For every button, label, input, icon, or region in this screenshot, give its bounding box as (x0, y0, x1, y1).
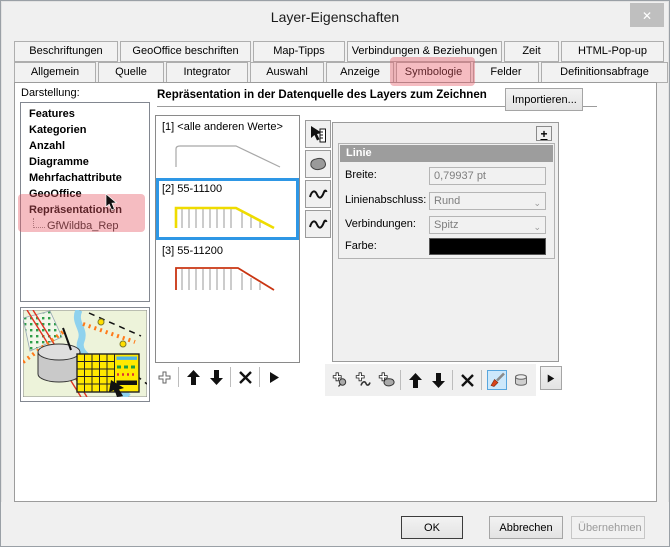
verbindungen-label: Verbindungen: (345, 218, 416, 230)
symbol-layer-tabs (305, 120, 333, 238)
farbe-label: Farbe: (345, 240, 377, 252)
tab-map-tipps[interactable]: Map-Tipps (253, 41, 345, 62)
toolbar-separator (178, 367, 179, 387)
sidebar-item-anzahl[interactable]: Anzahl (21, 138, 149, 154)
line-properties-panel: + Linie Breite: 0,79937 pt Linienabschlu… (332, 122, 559, 362)
more-options-button[interactable] (540, 366, 562, 390)
tab-verbindungen-beziehungen[interactable]: Verbindungen & Beziehungen (347, 41, 502, 62)
sidebar-item-mehrfachattribute[interactable]: Mehrfachattribute (21, 170, 149, 186)
delete-icon[interactable] (458, 371, 476, 389)
representation-header: Repräsentation in der Datenquelle des La… (157, 89, 487, 101)
rule-item-55-11100[interactable]: [2] 55-11100 (156, 178, 299, 240)
sidebar-item-kategorien[interactable]: Kategorien (21, 122, 149, 138)
linienabschluss-label: Linienabschluss: (345, 194, 427, 206)
color-swatch[interactable] (429, 238, 546, 255)
darstellung-tree: Features Kategorien Anzahl Diagramme Meh… (20, 102, 150, 302)
linienabschluss-select[interactable]: Rund ⌄ (429, 192, 546, 210)
paintbrush-icon[interactable] (487, 370, 507, 390)
more-icon (547, 374, 555, 382)
tab-anzeige[interactable]: Anzeige (326, 62, 394, 83)
tab-zeit[interactable]: Zeit (504, 41, 559, 62)
toolbar-separator (481, 370, 482, 390)
symbol-layer-toolbar (325, 364, 536, 396)
titlebar: Layer-Eigenschaften ✕ (1, 1, 669, 33)
verbindungen-select[interactable]: Spitz ⌄ (429, 216, 546, 234)
mouse-cursor (105, 194, 118, 211)
toolbar-separator (452, 370, 453, 390)
sidebar-item-geooffice[interactable]: GeoOffice (21, 186, 149, 202)
fill-blob-icon[interactable] (305, 150, 331, 178)
stroke-squiggle-icon[interactable] (305, 180, 331, 208)
representation-rule-list: [1] <alle anderen Werte> [2] 55-11100 [3… (155, 115, 300, 363)
chevron-down-icon: ⌄ (533, 198, 541, 208)
add-marker-layer-icon[interactable] (331, 371, 349, 389)
rule-symbol-preview (174, 206, 275, 230)
add-fill-layer-icon[interactable] (377, 371, 395, 389)
sidebar-item-features[interactable]: Features (21, 106, 149, 122)
rule-symbol-preview (175, 145, 281, 168)
symbology-preview-box (20, 307, 150, 402)
breite-input[interactable]: 0,79937 pt (429, 167, 546, 185)
rule-symbol-preview (175, 267, 275, 291)
toolbar-separator (400, 370, 401, 390)
tab-quelle[interactable]: Quelle (98, 62, 164, 83)
stroke-squiggle-icon[interactable] (305, 210, 331, 238)
apply-button: Übernehmen (571, 516, 645, 539)
tab-definitionsabfrage[interactable]: Definitionsabfrage (541, 62, 668, 83)
add-stroke-layer-icon[interactable] (354, 371, 372, 389)
layer-properties-dialog: Layer-Eigenschaften ✕ Beschriftungen Geo… (0, 0, 670, 547)
sidebar-item-repraesentationen[interactable]: Repräsentationen (21, 202, 149, 218)
import-button[interactable]: Importieren... (505, 88, 583, 111)
move-down-icon[interactable] (207, 368, 225, 386)
darstellung-label: Darstellung: (21, 87, 80, 99)
tab-integrator[interactable]: Integrator (166, 62, 248, 83)
eraser-cylinder-icon[interactable] (512, 371, 530, 389)
tab-row-2: Allgemein Quelle Integrator Auswahl Anze… (14, 62, 668, 83)
tab-felder[interactable]: Felder (473, 62, 539, 83)
tab-symbologie[interactable]: Symbologie (396, 62, 471, 83)
more-icon[interactable] (265, 368, 283, 386)
close-button[interactable]: ✕ (630, 3, 664, 27)
rule-item-55-11200[interactable]: [3] 55-11200 (156, 240, 299, 302)
add-property-button[interactable]: + (536, 126, 552, 141)
window-title: Layer-Eigenschaften (270, 9, 400, 25)
cancel-button[interactable]: Abbrechen (489, 516, 563, 539)
tree-elbow-icon (33, 218, 45, 228)
tab-html-popup[interactable]: HTML-Pop-up (561, 41, 664, 62)
move-up-icon[interactable] (184, 368, 202, 386)
breite-label: Breite: (345, 169, 377, 181)
map-preview-image (21, 308, 148, 400)
ok-button[interactable]: OK (401, 516, 463, 539)
toolbar-separator (259, 367, 260, 387)
tab-geooffice-beschriften[interactable]: GeoOffice beschriften (120, 41, 251, 62)
toolbar-separator (230, 367, 231, 387)
dialog-footer: OK Abbrechen Übernehmen (1, 502, 669, 546)
selector-ruler-icon[interactable] (305, 120, 331, 148)
move-down-icon[interactable] (429, 371, 447, 389)
symbology-tab-page: Darstellung: Features Kategorien Anzahl … (14, 82, 657, 502)
new-rule-icon[interactable] (155, 368, 173, 386)
tab-allgemein[interactable]: Allgemein (14, 62, 96, 83)
chevron-down-icon: ⌄ (533, 222, 541, 232)
tab-row-1: Beschriftungen GeoOffice beschriften Map… (14, 41, 664, 62)
section-header: Linie (340, 145, 553, 162)
delete-icon[interactable] (236, 368, 254, 386)
rule-item-alle-anderen-werte[interactable]: [1] <alle anderen Werte> (156, 116, 299, 178)
sidebar-item-gfwildba-rep[interactable]: GfWildba_Rep (21, 218, 149, 234)
sidebar-item-diagramme[interactable]: Diagramme (21, 154, 149, 170)
rule-list-toolbar (155, 367, 283, 387)
tab-auswahl[interactable]: Auswahl (250, 62, 324, 83)
line-properties-group: Linie Breite: 0,79937 pt Linienabschluss… (338, 143, 555, 259)
tab-beschriftungen[interactable]: Beschriftungen (14, 41, 118, 62)
move-up-icon[interactable] (406, 371, 424, 389)
